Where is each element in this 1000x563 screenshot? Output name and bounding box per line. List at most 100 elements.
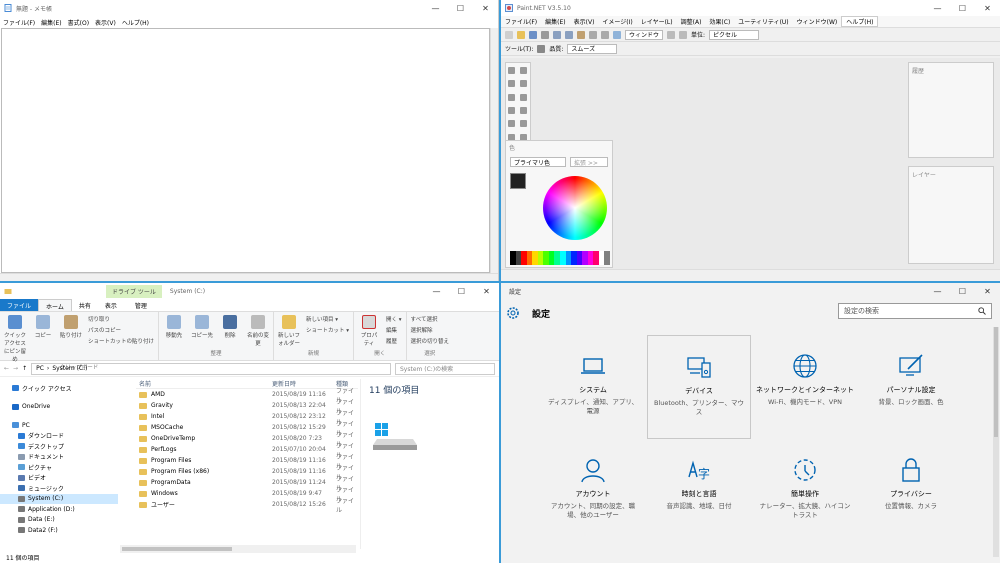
move-selection-icon[interactable] [520,80,527,88]
table-row[interactable]: Program Files 2015/08/19 11:16 ファイル [136,454,358,470]
tile-devices[interactable]: デバイス Bluetooth、プリンター、マウス [647,335,751,439]
search-icon[interactable] [978,307,986,315]
forward-button[interactable]: → [13,365,18,372]
color-wheel[interactable] [543,176,607,240]
copy-button[interactable]: コピー [32,315,54,339]
select-all-button[interactable]: すべて選択 [411,315,450,323]
nav-item[interactable]: PC [0,420,118,431]
tab-view[interactable]: 表示 [98,299,124,311]
menu-view[interactable]: 表示(V) [570,17,599,26]
settings-search-input[interactable]: 設定の検索 [838,303,992,319]
properties-button[interactable]: プロパティ [358,315,380,347]
shortcut-button[interactable]: ショートカット ▾ [306,326,349,334]
magic-wand-icon[interactable] [508,106,515,114]
cut-icon[interactable] [553,30,561,39]
tab-file[interactable]: ファイル [0,299,39,311]
bucket-icon[interactable] [508,120,515,128]
nav-item[interactable]: Data2 (F:) [0,525,118,536]
table-row[interactable]: ユーザー 2015/08/12 15:26 ファイル [136,498,358,514]
edit-button[interactable]: 編集 [386,326,402,334]
nav-item[interactable]: Application (D:) [0,504,118,515]
menu-help[interactable]: ヘルプ(H) [119,18,152,27]
table-row[interactable]: AMD 2015/08/19 11:16 ファイル [136,388,358,404]
menu-help[interactable]: ヘルプ(H) [841,16,879,27]
tile-time-language[interactable]: 字 時刻と言語 音声認識、地域、日付 [647,439,751,543]
cut-button[interactable]: 切り取り [88,315,154,323]
maximize-button[interactable]: ☐ [448,0,473,16]
paste-button[interactable]: 貼り付け [60,315,82,339]
new-folder-button[interactable]: 新しいフォルダー [278,315,300,347]
window-divider-horizontal[interactable] [0,281,1000,283]
zoom-tool-icon[interactable] [520,93,527,101]
copy-icon[interactable] [565,30,573,39]
nav-item[interactable]: OneDrive [0,402,118,413]
breadcrumb-pc[interactable]: PC [36,365,44,372]
minimize-button[interactable]: — [925,283,950,299]
open-icon[interactable] [517,30,525,39]
tile-personalization[interactable]: パーソナル設定 背景、ロック画面、色 [859,335,963,439]
tile-privacy[interactable]: プライバシー 位置情報、カメラ [859,439,963,543]
gradient-icon[interactable] [520,120,527,128]
history-button[interactable]: 履歴 [386,337,402,345]
paste-shortcut-button[interactable]: ショートカットの貼り付け [88,337,154,345]
tile-network[interactable]: ネットワークとインターネット Wi-Fi、機内モード、VPN [753,335,857,439]
menu-edit[interactable]: 編集(E) [38,18,64,27]
close-button[interactable]: ✕ [474,283,499,299]
menu-edit[interactable]: 編集(E) [541,17,569,26]
maximize-button[interactable]: ☐ [449,283,474,299]
nav-item[interactable]: ビデオ [0,473,118,484]
back-button[interactable]: ← [4,365,9,372]
minimize-button[interactable]: — [423,0,448,16]
menu-window[interactable]: ウィンドウ(W) [793,17,842,26]
lasso-icon[interactable] [508,80,515,88]
menu-image[interactable]: イメージ(I) [598,17,636,26]
close-button[interactable]: ✕ [473,0,498,16]
menu-effects[interactable]: 効果(C) [705,17,734,26]
vertical-scrollbar[interactable] [490,28,498,273]
copy-path-button[interactable]: パスのコピー [88,326,154,334]
tab-share[interactable]: 共有 [72,299,98,311]
tile-ease-of-access[interactable]: 簡単操作 ナレーター、拡大鏡、ハイコントラスト [753,439,857,543]
new-icon[interactable] [505,30,513,39]
paintnet-titlebar[interactable]: Paint.NET V3.5.10 — ☐ ✕ [501,0,1000,16]
minimize-button[interactable]: — [424,283,449,299]
new-item-button[interactable]: 新しい項目 ▾ [306,315,349,323]
invert-selection-button[interactable]: 選択の切り替え [411,337,450,345]
settings-titlebar[interactable]: 設定 — ☐ ✕ [501,283,1000,299]
palette-swatch[interactable] [604,251,610,265]
menu-utilities[interactable]: ユーティリティ(U) [734,17,792,26]
notepad-text-area[interactable] [1,28,490,273]
paste-icon[interactable] [577,30,585,39]
vertical-scrollbar[interactable] [993,327,999,557]
ruler-icon[interactable] [679,30,688,39]
unit-dropdown[interactable]: ピクセル [709,29,760,40]
maximize-button[interactable]: ☐ [950,283,975,299]
column-name[interactable]: 名前 [136,379,272,388]
nav-item[interactable]: ミュージック [0,483,118,494]
color-mode-dropdown[interactable]: プライマリ色 [510,157,566,167]
horizontal-scrollbar[interactable] [120,545,356,553]
copy-to-button[interactable]: コピー先 [191,315,213,339]
minimize-button[interactable]: — [925,0,950,16]
column-date[interactable]: 更新日時 [272,379,336,388]
nav-item[interactable]: クイック アクセス [0,383,118,394]
close-button[interactable]: ✕ [975,283,1000,299]
nav-item[interactable]: ピクチャ [0,462,118,473]
grid-icon[interactable] [667,30,676,39]
open-button[interactable]: 開く ▾ [386,315,402,323]
notepad-titlebar[interactable]: 無題 - メモ帳 — ☐ ✕ [0,0,498,16]
arrow-tool-icon[interactable] [537,44,546,53]
close-button[interactable]: ✕ [975,0,1000,16]
nav-item[interactable]: デスクトップ [0,441,118,452]
tab-home[interactable]: ホーム [38,299,72,311]
menu-layers[interactable]: レイヤー(L) [637,17,677,26]
nav-item[interactable]: ダウンロード [0,431,118,442]
menu-adjustments[interactable]: 調整(A) [677,17,706,26]
address-bar[interactable]: PC › System (C:) [31,362,391,375]
rename-button[interactable]: 名前の変更 [247,315,269,347]
tile-accounts[interactable]: アカウント アカウント、同期の設定、職場、他のユーザー [541,439,645,543]
table-row[interactable]: ProgramData 2015/08/19 11:24 ファイル [136,476,358,492]
table-row[interactable]: Intel 2015/08/12 23:12 ファイル [136,410,358,426]
table-row[interactable]: PerfLogs 2015/07/10 20:04 ファイル [136,443,358,459]
explorer-titlebar[interactable]: ドライブ ツール System (C:) — ☐ ✕ [0,283,499,299]
